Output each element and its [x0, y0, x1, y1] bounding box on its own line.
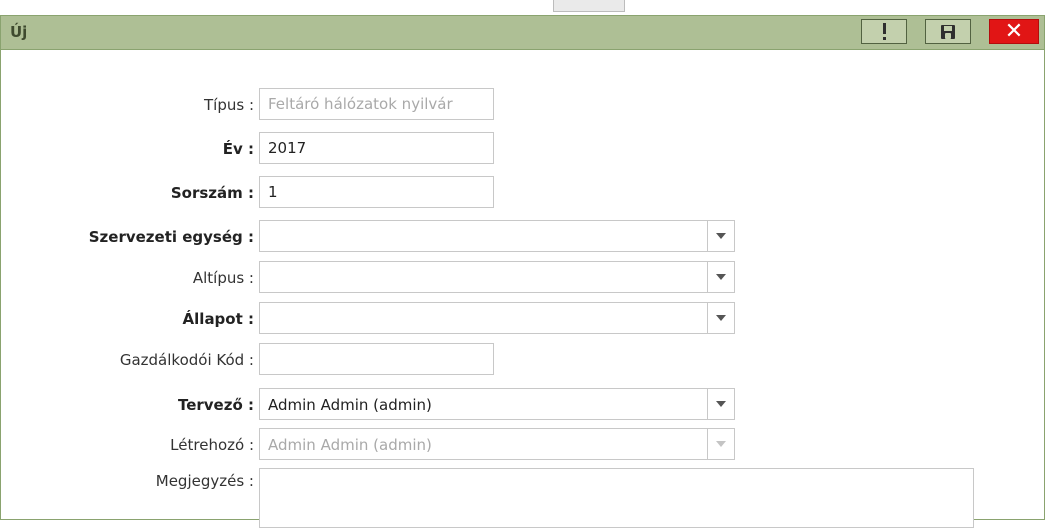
dropdown-toggle[interactable]	[707, 221, 734, 251]
field-row-tipus: Típus :	[1, 88, 254, 120]
field-row-ev: Év :	[1, 132, 254, 164]
dialog-window: Új ✕ Típus : Feltáró hálózatok nyilvár É…	[0, 15, 1045, 528]
dropdown-toggle[interactable]	[707, 262, 734, 292]
background-strip	[0, 0, 1045, 15]
field-row-szervezeti-egyseg: Szervezeti egység :	[1, 220, 254, 252]
title-bar: Új ✕	[1, 16, 1044, 50]
exclamation-icon	[882, 23, 887, 40]
dropdown-toggle	[707, 429, 734, 459]
tervezo-label: Tervező :	[177, 396, 254, 414]
ev-field[interactable]: 2017	[259, 132, 494, 164]
szervezeti-egyseg-combo[interactable]	[259, 220, 735, 252]
dropdown-toggle[interactable]	[707, 303, 734, 333]
close-icon: ✕	[1004, 18, 1024, 44]
field-row-gazdalkodoi-kod: Gazdálkodói Kód :	[1, 343, 254, 375]
ev-label: Év :	[222, 140, 254, 158]
chevron-down-icon	[716, 315, 726, 321]
letrehozo-label: Létrehozó :	[170, 436, 254, 454]
chevron-down-icon	[716, 274, 726, 280]
field-row-megjegyzes: Megjegyzés :	[1, 464, 254, 496]
letrehozo-combo[interactable]: Admin Admin (admin)	[259, 428, 735, 460]
field-row-letrehozo: Létrehozó :	[1, 428, 254, 460]
background-button	[553, 0, 625, 12]
field-row-allapot: Állapot :	[1, 302, 254, 334]
field-row-tervezo: Tervező :	[1, 388, 254, 420]
altipus-combo[interactable]	[259, 261, 735, 293]
tervezo-combo[interactable]: Admin Admin (admin)	[259, 388, 735, 420]
gazdalkodoi-kod-field[interactable]	[259, 343, 494, 375]
tipus-field[interactable]: Feltáró hálózatok nyilvár	[259, 88, 494, 120]
gazdalkodoi-kod-label: Gazdálkodói Kód :	[119, 351, 254, 369]
close-button[interactable]: ✕	[989, 19, 1039, 44]
field-row-sorszam: Sorszám :	[1, 176, 254, 208]
sorszam-label: Sorszám :	[170, 184, 254, 202]
chevron-down-icon	[716, 401, 726, 407]
dialog-title: Új	[10, 23, 28, 41]
sorszam-field[interactable]: 1	[259, 176, 494, 208]
allapot-combo[interactable]	[259, 302, 735, 334]
chevron-down-icon	[716, 233, 726, 239]
letrehozo-value: Admin Admin (admin)	[268, 436, 432, 454]
szervezeti-egyseg-label: Szervezeti egység :	[88, 228, 254, 246]
chevron-down-icon	[716, 441, 726, 447]
save-disk-icon	[941, 24, 955, 39]
megjegyzes-textarea[interactable]	[259, 468, 974, 528]
alert-button[interactable]	[861, 19, 907, 44]
tipus-label: Típus :	[204, 96, 254, 114]
field-row-altipus: Altípus :	[1, 261, 254, 293]
megjegyzes-label: Megjegyzés :	[155, 472, 254, 490]
save-button[interactable]	[925, 19, 971, 44]
allapot-label: Állapot :	[182, 310, 254, 328]
altipus-label: Altípus :	[192, 269, 254, 287]
dropdown-toggle[interactable]	[707, 389, 734, 419]
tervezo-value: Admin Admin (admin)	[268, 396, 432, 414]
